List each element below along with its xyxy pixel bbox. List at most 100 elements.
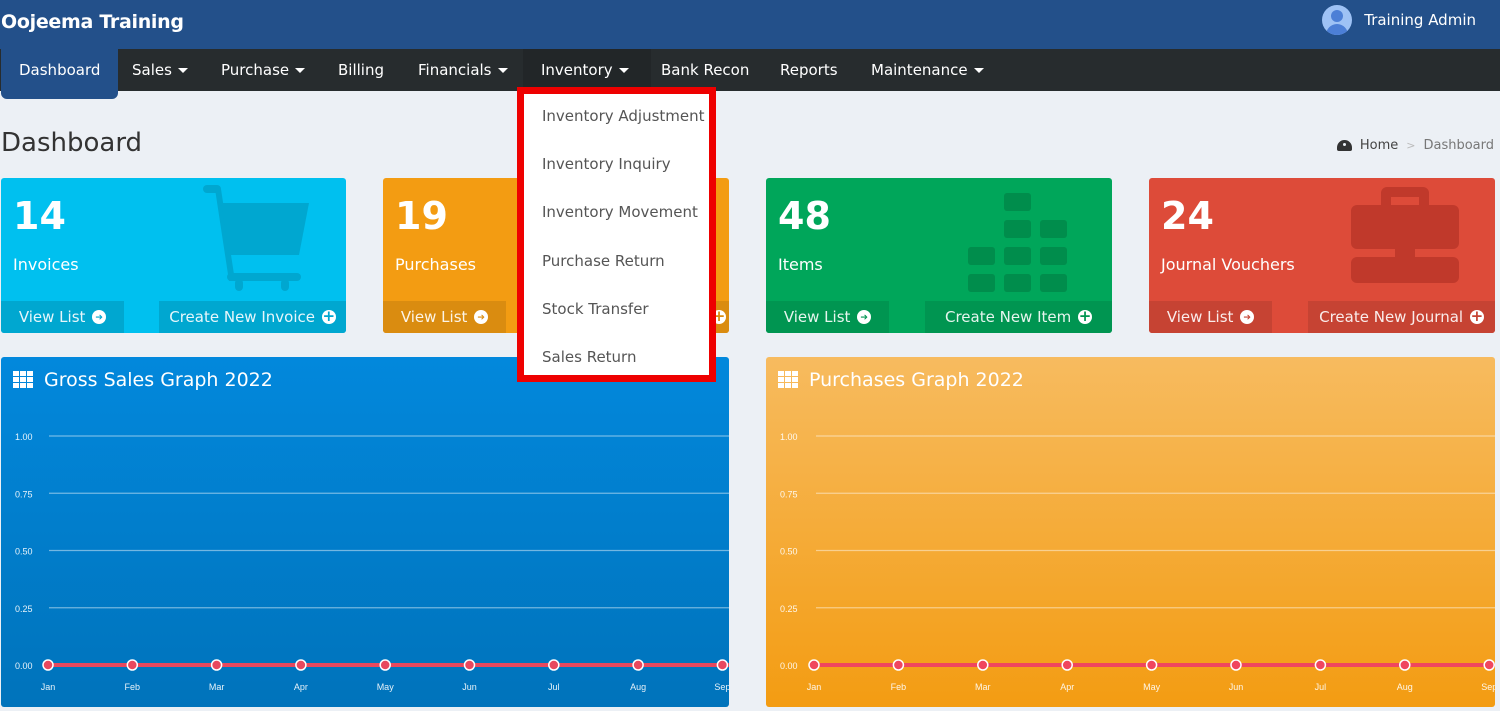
create-journal-button[interactable]: Create New Journal bbox=[1308, 300, 1495, 333]
nav-inventory[interactable]: Inventory bbox=[523, 49, 651, 91]
stat-label: Purchases bbox=[395, 255, 476, 274]
stat-label: Invoices bbox=[13, 255, 79, 274]
caret-down-icon bbox=[618, 68, 629, 73]
caret-down-icon bbox=[177, 68, 188, 73]
breadcrumb-current: Dashboard bbox=[1423, 138, 1494, 153]
x-tick-label: Apr bbox=[1060, 682, 1074, 692]
app-title[interactable]: Oojeema Training bbox=[1, 11, 184, 33]
x-tick-label: Feb bbox=[125, 682, 141, 692]
arrow-circle-right-icon bbox=[474, 302, 489, 333]
nav-maintenance[interactable]: Maintenance bbox=[853, 49, 1002, 91]
y-tick-label: 0.75 bbox=[15, 489, 33, 499]
nav-label: Financials bbox=[418, 61, 492, 79]
x-tick-label: Mar bbox=[975, 682, 991, 692]
x-tick-label: Mar bbox=[209, 682, 225, 692]
y-tick-label: 0.50 bbox=[15, 547, 33, 557]
x-tick-label: Jun bbox=[462, 682, 477, 692]
page-title: Dashboard bbox=[1, 128, 143, 158]
dashboard-gauge-icon bbox=[1336, 140, 1352, 151]
x-tick-label: Jun bbox=[1229, 682, 1244, 692]
menu-item-inventory-adjustment[interactable]: Inventory Adjustment bbox=[542, 107, 705, 125]
caret-down-icon bbox=[973, 68, 984, 73]
x-tick-label: May bbox=[377, 682, 395, 692]
data-point bbox=[892, 659, 905, 671]
button-label: Create New Journal bbox=[1319, 308, 1464, 326]
blocks-icon bbox=[968, 193, 1067, 292]
menu-item-purchase-return[interactable]: Purchase Return bbox=[542, 252, 665, 270]
purchases-chart-panel: Purchases Graph 2022 0.00 0.25 0.50 0.75 1.0… bbox=[766, 357, 1495, 707]
stat-count: 24 bbox=[1161, 194, 1214, 238]
button-label: Create New Item bbox=[944, 308, 1072, 326]
nav-label: Maintenance bbox=[871, 61, 968, 79]
x-tick-label: May bbox=[1143, 682, 1161, 692]
nav-bank-recon[interactable]: Bank Recon bbox=[643, 49, 767, 91]
arrow-circle-right-icon bbox=[92, 302, 107, 333]
button-label: Create New Invoice bbox=[169, 308, 315, 326]
nav-sales[interactable]: Sales bbox=[114, 49, 206, 91]
cart-icon bbox=[203, 185, 309, 291]
menu-item-inventory-movement[interactable]: Inventory Movement bbox=[542, 203, 698, 221]
data-point bbox=[210, 659, 223, 671]
gross-sales-chart: 0.00 0.25 0.50 0.75 1.00 Jan Feb Mar Apr May Jun Ju… bbox=[15, 432, 729, 692]
gross-sales-chart-panel: Gross Sales Graph 2022 0.00 0.25 0.50 0.75 1… bbox=[1, 357, 729, 707]
breadcrumb-home[interactable]: Home bbox=[1360, 138, 1398, 153]
view-list-button[interactable]: View List bbox=[766, 301, 889, 333]
top-header: Oojeema Training Training Admin bbox=[0, 0, 1500, 49]
create-invoice-button[interactable]: Create New Invoice bbox=[159, 300, 346, 333]
caret-down-icon bbox=[497, 68, 508, 73]
x-tick-label: Jan bbox=[41, 682, 56, 692]
briefcase-icon bbox=[1351, 187, 1459, 283]
nav-label: Sales bbox=[132, 61, 172, 79]
nav-label: Bank Recon bbox=[661, 61, 750, 79]
y-tick-label: 0.25 bbox=[15, 604, 33, 614]
data-point bbox=[716, 659, 729, 671]
data-point bbox=[1230, 659, 1242, 671]
data-point bbox=[1314, 659, 1327, 671]
x-tick-label: Feb bbox=[891, 682, 907, 692]
menu-item-stock-transfer[interactable]: Stock Transfer bbox=[542, 300, 649, 318]
stat-box-invoices: 14 Invoices View List Create New Invoice bbox=[1, 178, 346, 333]
stat-label: Items bbox=[778, 255, 823, 274]
button-label: View List bbox=[1166, 308, 1234, 326]
x-tick-label: Jan bbox=[807, 682, 822, 692]
nav-dashboard[interactable]: Dashboard bbox=[1, 49, 119, 99]
menu-item-inventory-inquiry[interactable]: Inventory Inquiry bbox=[542, 155, 671, 173]
data-point bbox=[548, 659, 560, 671]
nav-financials[interactable]: Financials bbox=[400, 49, 526, 91]
view-list-button[interactable]: View List bbox=[383, 301, 506, 333]
nav-label: Inventory bbox=[541, 61, 613, 79]
nav-label: Reports bbox=[780, 61, 838, 79]
data-point bbox=[977, 659, 989, 671]
x-tick-label: Jul bbox=[1315, 682, 1327, 692]
y-tick-label: 0.75 bbox=[780, 489, 798, 499]
inventory-dropdown-menu: Inventory Adjustment Inventory Inquiry I… bbox=[517, 87, 716, 382]
x-tick-label: Sep bbox=[1481, 682, 1495, 692]
button-label: View List bbox=[18, 308, 86, 326]
create-item-button[interactable]: Create New Item bbox=[925, 300, 1112, 333]
user-menu[interactable]: Training Admin bbox=[1322, 5, 1476, 35]
nav-label: Dashboard bbox=[19, 61, 101, 79]
button-label: View List bbox=[400, 308, 468, 326]
data-point bbox=[463, 659, 476, 671]
y-tick-label: 1.00 bbox=[780, 432, 798, 442]
y-tick-label: 0.00 bbox=[15, 661, 33, 671]
nav-reports[interactable]: Reports bbox=[762, 49, 856, 91]
view-list-button[interactable]: View List bbox=[1, 301, 124, 333]
plus-circle-icon bbox=[1469, 300, 1484, 332]
view-list-button[interactable]: View List bbox=[1149, 301, 1272, 333]
data-point bbox=[1399, 659, 1411, 671]
nav-billing[interactable]: Billing bbox=[320, 49, 402, 91]
y-tick-label: 0.50 bbox=[780, 547, 798, 557]
plus-circle-icon bbox=[1078, 300, 1093, 332]
data-point bbox=[295, 659, 307, 671]
arrow-circle-right-icon bbox=[1240, 302, 1255, 333]
arrow-circle-right-icon bbox=[857, 302, 872, 333]
nav-label: Billing bbox=[338, 61, 384, 79]
x-tick-label: Aug bbox=[630, 682, 646, 692]
data-point bbox=[126, 659, 139, 671]
data-point bbox=[1145, 659, 1158, 671]
x-tick-label: Jul bbox=[548, 682, 560, 692]
menu-item-sales-return[interactable]: Sales Return bbox=[542, 348, 636, 366]
x-tick-label: Apr bbox=[294, 682, 308, 692]
nav-purchase[interactable]: Purchase bbox=[203, 49, 323, 91]
